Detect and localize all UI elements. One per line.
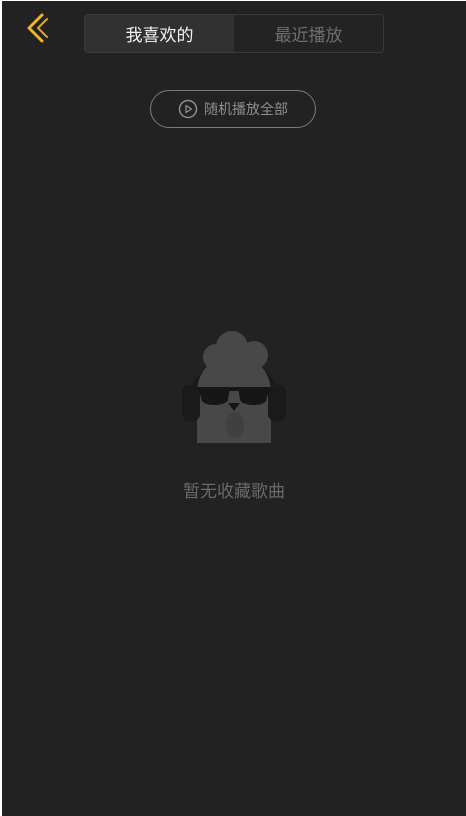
shuffle-play-all-label: 随机播放全部 — [204, 102, 288, 118]
back-button[interactable] — [20, 9, 56, 47]
tab-recent[interactable]: 最近播放 — [234, 15, 383, 52]
chevron-left-icon — [20, 9, 56, 47]
tab-recent-label: 最近播放 — [274, 26, 343, 46]
shuffle-play-all-button[interactable]: 随机播放全部 — [150, 90, 316, 128]
play-circle-icon — [178, 99, 204, 119]
tab-favorites[interactable]: 我喜欢的 — [85, 15, 234, 52]
empty-state-message: 暂无收藏歌曲 — [183, 482, 285, 502]
tab-favorites-label: 我喜欢的 — [125, 26, 194, 46]
chicken-with-sunglasses-headphones-icon — [178, 327, 290, 445]
app-screen: 我喜欢的 最近播放 随机播放全部 暂无收藏歌曲 — [2, 1, 466, 816]
tab-bar: 我喜欢的 最近播放 — [84, 14, 384, 53]
